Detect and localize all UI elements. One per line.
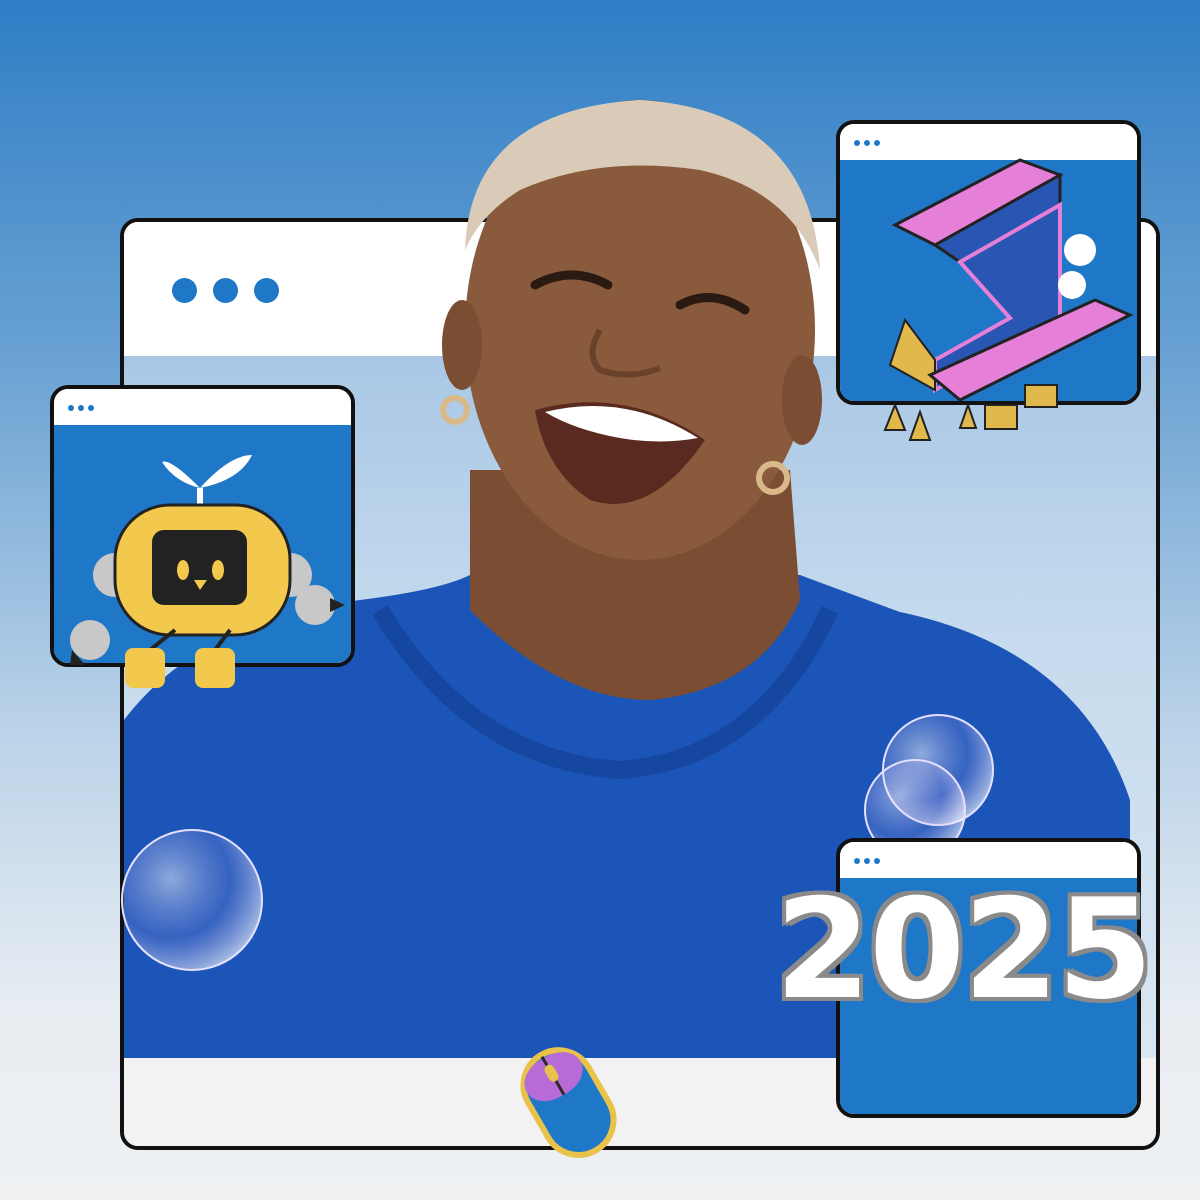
computer-mouse-icon[interactable] [0,0,1200,1200]
